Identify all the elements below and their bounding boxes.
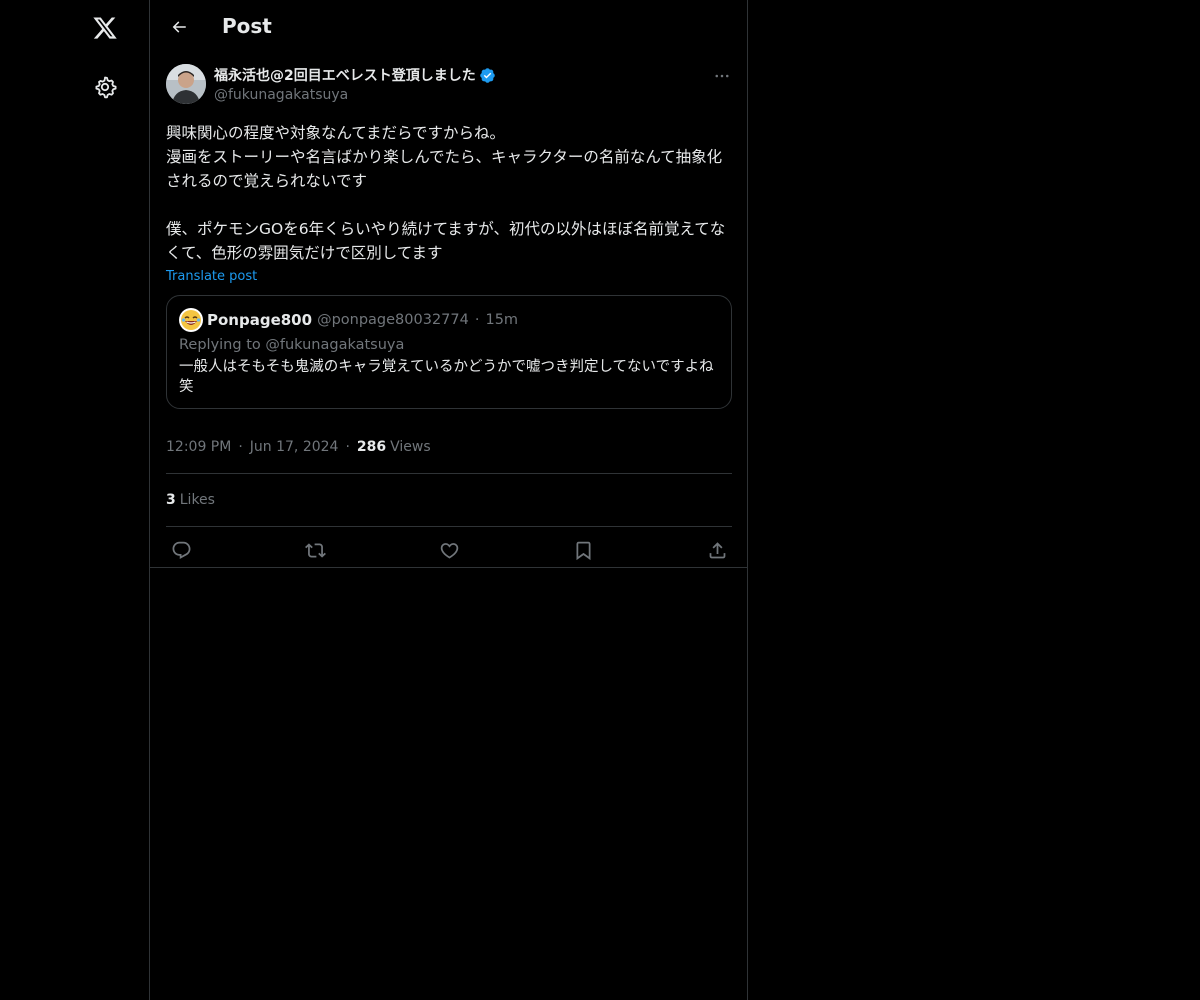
- quoted-post[interactable]: Ponpage800 @ponpage80032774 · 15m Replyi…: [166, 295, 732, 409]
- arrow-left-icon: [172, 21, 186, 33]
- share-button[interactable]: [706, 539, 728, 561]
- post-text: 興味関心の程度や対象なんてまだらですからね。 漫画をストーリーや名言ばかり楽しん…: [166, 124, 726, 262]
- post-date[interactable]: Jun 17, 2024: [250, 439, 339, 455]
- gear-icon[interactable]: [91, 73, 119, 101]
- quote-separator: ·: [474, 312, 480, 328]
- avatar[interactable]: [166, 64, 206, 104]
- post: 福永活也@2回目エベレスト登頂しました @fukunagakatsuya 興味関…: [166, 64, 732, 574]
- likes-count: 3: [166, 492, 176, 508]
- more-button[interactable]: [712, 66, 732, 86]
- quote-replying-to: Replying to @fukunagakatsuya: [179, 337, 405, 353]
- quote-header: Ponpage800 @ponpage80032774 · 15m: [179, 308, 719, 332]
- meta-separator: ·: [238, 439, 243, 455]
- author-name[interactable]: 福永活也@2回目エベレスト登頂しました: [214, 65, 496, 85]
- divider: [150, 567, 747, 568]
- quote-text: 一般人はそもそも鬼滅のキャラ覚えているかどうかで嘘つき判定してないですよね笑: [179, 359, 714, 395]
- reply-icon: [172, 541, 190, 559]
- author-name-text: 福永活也@2回目エベレスト登頂しました: [214, 68, 476, 84]
- bookmark-icon: [576, 541, 590, 560]
- likes-label: Likes: [179, 492, 215, 508]
- quote-author-name: Ponpage800: [207, 311, 313, 329]
- quote-timestamp: 15m: [485, 312, 519, 328]
- app: Post 福永活也@2回目エベレスト登頂しました @fukunagakatsuy…: [0, 0, 1200, 1000]
- bookmark-button[interactable]: [572, 539, 594, 561]
- views-label: Views: [390, 439, 431, 455]
- more-horizontal-icon: [715, 74, 729, 78]
- meta-separator: ·: [345, 439, 350, 455]
- post-time[interactable]: 12:09 PM: [166, 439, 231, 455]
- repost-icon: [304, 542, 326, 558]
- like-button[interactable]: [438, 539, 460, 561]
- likes-row[interactable]: 3 Likes: [166, 474, 732, 527]
- main-column: Post 福永活也@2回目エベレスト登頂しました @fukunagakatsuy…: [149, 0, 748, 1000]
- views-count: 286: [356, 439, 387, 455]
- post-meta: 12:09 PM · Jun 17, 2024 · 286 Views: [166, 429, 732, 474]
- quote-avatar: [179, 308, 203, 332]
- quote-author-handle: @ponpage80032774: [317, 312, 469, 328]
- verified-badge-icon: [479, 67, 496, 84]
- author-row: 福永活也@2回目エベレスト登頂しました @fukunagakatsuya: [166, 64, 732, 108]
- reply-button[interactable]: [170, 539, 192, 561]
- page-header: Post: [150, 0, 747, 54]
- left-nav: [0, 0, 149, 1000]
- heart-icon: [440, 542, 458, 559]
- author-handle[interactable]: @fukunagakatsuya: [214, 87, 348, 103]
- repost-button[interactable]: [304, 539, 326, 561]
- page-title: Post: [222, 14, 272, 38]
- x-logo-icon[interactable]: [89, 12, 121, 44]
- share-icon: [709, 541, 725, 558]
- back-button[interactable]: [164, 12, 194, 42]
- translate-post-link[interactable]: Translate post: [166, 269, 257, 284]
